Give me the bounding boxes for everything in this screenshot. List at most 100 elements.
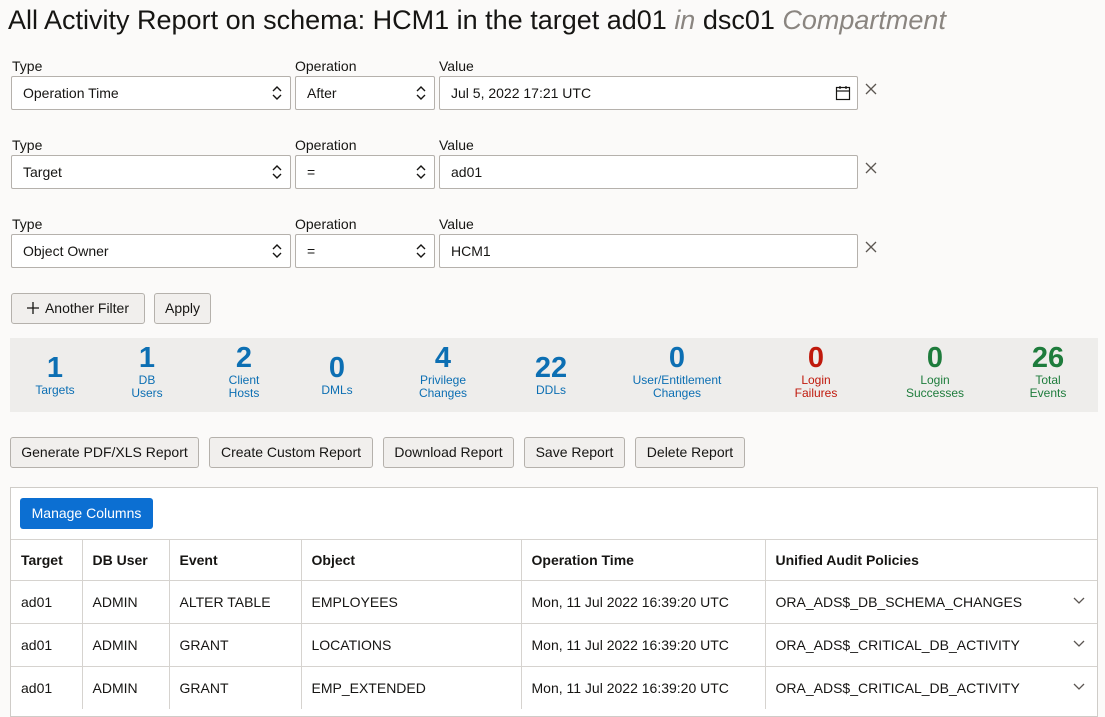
cell-operation-time: Mon, 11 Jul 2022 16:39:20 UTC: [521, 666, 766, 709]
value-input-text: HCM1: [451, 243, 491, 259]
page-title: All Activity Report on schema: HCM1 in t…: [8, 2, 946, 38]
stat-login-failures[interactable]: 0 Login Failures: [756, 342, 876, 400]
cell-db-user: ADMIN: [82, 623, 170, 667]
operation-select-value: =: [307, 243, 316, 259]
close-icon[interactable]: [864, 82, 878, 96]
column-header-unified-audit-policies[interactable]: Unified Audit Policies: [765, 539, 1097, 581]
stat-ddls[interactable]: 22 DDLs: [491, 352, 611, 397]
table-row[interactable]: ad01 ADMIN GRANT LOCATIONS Mon, 11 Jul 2…: [11, 623, 1097, 667]
column-header-db-user[interactable]: DB User: [82, 539, 170, 581]
value-date-input[interactable]: Jul 5, 2022 17:21 UTC: [439, 76, 858, 110]
cell-object: EMP_EXTENDED: [301, 666, 522, 709]
type-select-value: Operation Time: [23, 85, 119, 101]
another-filter-button[interactable]: Another Filter: [11, 293, 145, 324]
stat-value: 0: [328, 352, 346, 384]
stat-label-line2: Changes: [652, 386, 702, 400]
manage-columns-button[interactable]: Manage Columns: [20, 498, 153, 529]
cell-event: GRANT: [169, 623, 302, 667]
cell-operation-time: Mon, 11 Jul 2022 16:39:20 UTC: [521, 623, 766, 667]
delete-report-button[interactable]: Delete Report: [635, 437, 745, 468]
cell-audit-policies: ORA_ADS$_CRITICAL_DB_ACTIVITY: [765, 666, 1097, 709]
apply-button[interactable]: Apply: [154, 293, 211, 324]
column-header-target[interactable]: Target: [11, 539, 83, 581]
calendar-icon[interactable]: [835, 85, 851, 101]
generate-pdf-xls-button[interactable]: Generate PDF/XLS Report: [10, 437, 199, 468]
cell-event: GRANT: [169, 666, 302, 709]
chevron-down-icon[interactable]: [1073, 640, 1085, 648]
stat-label-line2: Changes: [418, 386, 468, 400]
title-part2: dsc01: [695, 5, 783, 35]
cell-object: LOCATIONS: [301, 623, 522, 667]
type-label: Type: [12, 137, 43, 153]
cell-audit-policies: ORA_ADS$_DB_SCHEMA_CHANGES: [765, 580, 1097, 624]
cell-db-user: ADMIN: [82, 666, 170, 709]
chevron-down-icon[interactable]: [1073, 683, 1085, 691]
chevron-updown-icon: [272, 86, 282, 100]
value-label: Value: [439, 58, 474, 74]
save-report-button[interactable]: Save Report: [524, 437, 625, 468]
stat-value: 4: [434, 342, 452, 374]
filter-row-2: Type Operation Value Target = ad01: [10, 137, 1100, 193]
table-row[interactable]: ad01 ADMIN GRANT EMP_EXTENDED Mon, 11 Ju…: [11, 666, 1097, 709]
cell-target: ad01: [11, 580, 83, 624]
chevron-updown-icon: [416, 244, 426, 258]
value-input[interactable]: HCM1: [439, 234, 858, 268]
type-select-value: Target: [23, 164, 62, 180]
cell-audit-policies: ORA_ADS$_CRITICAL_DB_ACTIVITY: [765, 623, 1097, 667]
create-custom-report-button[interactable]: Create Custom Report: [209, 437, 373, 468]
stat-label-line2: Failures: [794, 386, 838, 400]
filter-row-1: Type Operation Value Operation Time Afte…: [10, 58, 1100, 114]
cell-operation-time: Mon, 11 Jul 2022 16:39:20 UTC: [521, 580, 766, 624]
type-select-value: Object Owner: [23, 243, 109, 259]
title-in-word: in: [674, 5, 696, 35]
stat-user-entitlement-changes[interactable]: 0 User/Entitlement Changes: [617, 342, 737, 400]
stat-label: DDLs: [535, 383, 566, 397]
operation-select[interactable]: =: [295, 234, 435, 268]
stat-privilege-changes[interactable]: 4 Privilege Changes: [383, 342, 503, 400]
column-header-object[interactable]: Object: [301, 539, 522, 581]
stat-value: 0: [926, 342, 944, 374]
value-input-text: ad01: [451, 164, 483, 180]
stat-value: 26: [1031, 342, 1065, 374]
cell-target: ad01: [11, 623, 83, 667]
chevron-updown-icon: [416, 86, 426, 100]
operation-select[interactable]: =: [295, 155, 435, 189]
download-report-button[interactable]: Download Report: [383, 437, 514, 468]
type-select[interactable]: Object Owner: [11, 234, 291, 268]
value-label: Value: [439, 137, 474, 153]
column-header-event[interactable]: Event: [169, 539, 302, 581]
cell-event: ALTER TABLE: [169, 580, 302, 624]
table-row[interactable]: ad01 ADMIN ALTER TABLE EMPLOYEES Mon, 11…: [11, 580, 1097, 624]
close-icon[interactable]: [864, 161, 878, 175]
stat-label-line2: Events: [1029, 386, 1067, 400]
operation-select-value: After: [307, 85, 337, 101]
audit-events-table: Target DB User Event Object Operation Ti…: [11, 539, 1097, 709]
cell-object: EMPLOYEES: [301, 580, 522, 624]
chevron-updown-icon: [416, 165, 426, 179]
operation-label: Operation: [295, 216, 357, 232]
stat-dmls[interactable]: 0 DMLs: [277, 352, 397, 397]
value-date-text: Jul 5, 2022 17:21 UTC: [451, 85, 592, 101]
table-header-row: Target DB User Event Object Operation Ti…: [11, 539, 1097, 581]
cell-audit-policies-text: ORA_ADS$_CRITICAL_DB_ACTIVITY: [775, 637, 1020, 653]
value-input[interactable]: ad01: [439, 155, 858, 189]
operation-select[interactable]: After: [295, 76, 435, 110]
stat-total-events[interactable]: 26 Total Events: [988, 342, 1105, 400]
stat-label: DMLs: [321, 383, 353, 397]
cell-target: ad01: [11, 666, 83, 709]
type-label: Type: [12, 216, 43, 232]
cell-audit-policies-text: ORA_ADS$_CRITICAL_DB_ACTIVITY: [775, 680, 1020, 696]
chevron-updown-icon: [272, 244, 282, 258]
stat-login-successes[interactable]: 0 Login Successes: [875, 342, 995, 400]
title-part1: All Activity Report on schema: HCM1 in t…: [8, 5, 675, 35]
stats-summary-bar: 1 Targets 1 DB Users 2 Client Hosts 0 DMLs 4 Pr…: [10, 338, 1098, 412]
type-select[interactable]: Operation Time: [11, 76, 291, 110]
title-compartment-word: Compartment: [782, 5, 946, 35]
stat-value: 0: [668, 342, 686, 374]
type-select[interactable]: Target: [11, 155, 291, 189]
operation-select-value: =: [307, 164, 316, 180]
column-header-operation-time[interactable]: Operation Time: [521, 539, 766, 581]
chevron-down-icon[interactable]: [1073, 597, 1085, 605]
stat-label-line2: Successes: [905, 386, 965, 400]
close-icon[interactable]: [864, 240, 878, 254]
